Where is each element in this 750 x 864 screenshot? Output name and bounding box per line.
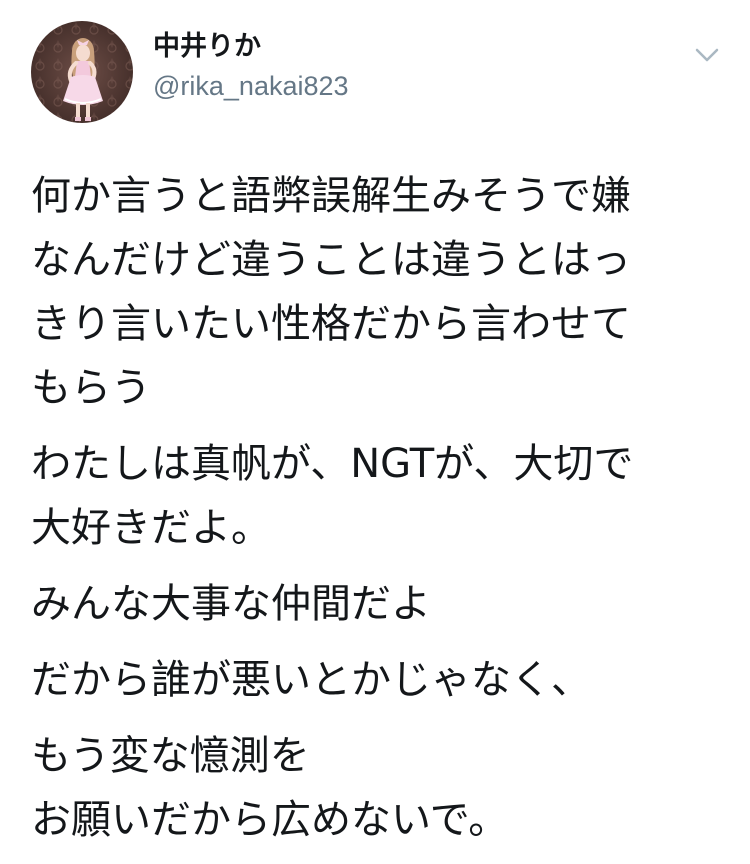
tweet-paragraph: もう変な憶測を お願いだから広めないで。 bbox=[31, 733, 509, 843]
profile-photo-avatar bbox=[31, 21, 133, 123]
tweet-paragraph: わたしは真帆が、NGTが、大切で 大好きだよ。 bbox=[31, 441, 634, 551]
tweet-paragraph: 何か言うと語弊誤解生みそうで嫌 なんだけど違うことは違うとはっ きり言いたい性格… bbox=[31, 173, 631, 411]
author-names: 中井りか @rika_nakai823 bbox=[153, 31, 349, 103]
tweet-header: 中井りか @rika_nakai823 bbox=[31, 21, 721, 123]
author-display-name[interactable]: 中井りか bbox=[153, 31, 349, 63]
author-handle[interactable]: @rika_nakai823 bbox=[153, 69, 349, 103]
tweet-paragraph: だから誰が悪いとかじゃなく、 bbox=[31, 657, 591, 703]
avatar[interactable] bbox=[31, 21, 133, 123]
tweet-text: 何か言うと語弊誤解生みそうで嫌 なんだけど違うことは違うとはっ きり言いたい性格… bbox=[31, 164, 721, 864]
chevron-down-icon[interactable] bbox=[693, 45, 721, 65]
tweet-card: 中井りか @rika_nakai823 何か言うと語弊誤解生みそうで嫌 なんだけ… bbox=[0, 0, 750, 861]
tweet-paragraph: みんな大事な仲間だよ bbox=[31, 581, 431, 627]
